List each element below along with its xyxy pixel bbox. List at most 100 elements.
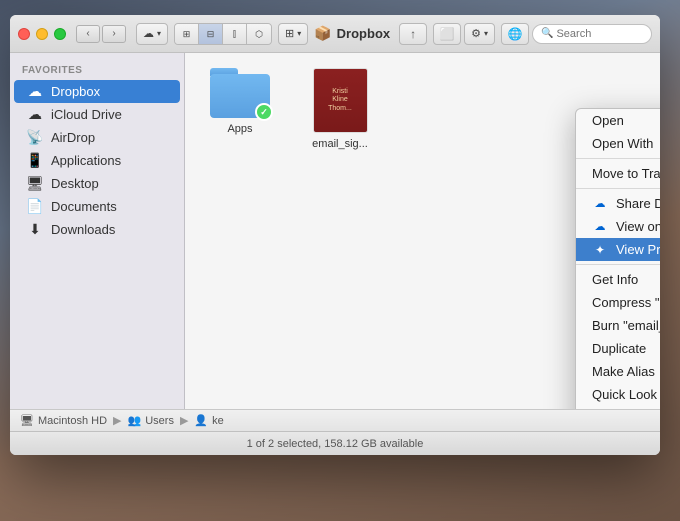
sidebar-label-airdrop: AirDrop: [51, 130, 95, 145]
view-column-button[interactable]: ⫿: [223, 24, 247, 45]
menu-divider: [576, 264, 660, 265]
eject-button[interactable]: ⬜: [433, 23, 461, 45]
dropbox-icon: ☁: [26, 83, 44, 100]
view-icon-button[interactable]: ⊞: [175, 24, 199, 45]
menu-item-view-versions[interactable]: ✦ View Previous Versions: [576, 238, 660, 261]
file-thumb-inner: KristiKlineThom...: [314, 69, 367, 132]
maximize-button[interactable]: [54, 28, 66, 40]
menu-item-compress[interactable]: Compress "email_sig.png": [576, 291, 660, 314]
file-name-email-sig: email_sig...: [312, 138, 368, 150]
view-coverflow-button[interactable]: ⬡: [247, 24, 271, 45]
sidebar: Favorites ☁ Dropbox ☁ iCloud Drive 📡 Air…: [10, 53, 185, 409]
gear-icon: ⚙: [471, 27, 481, 40]
dropbox-sync-check: ✓: [255, 103, 273, 121]
airdrop-icon: 📡: [26, 129, 44, 146]
file-area[interactable]: ✓ Apps KristiKlineThom... email_sig...: [185, 53, 660, 409]
menu-label-trash: Move to Trash: [592, 166, 660, 181]
sidebar-section-label: Favorites: [10, 61, 184, 80]
menu-label-burn: Burn "email_sig.png" to Disc...: [592, 318, 660, 333]
view-buttons: ⊞ ⊟ ⫿ ⬡: [174, 23, 272, 45]
globe-button[interactable]: 🌐: [501, 23, 529, 45]
menu-label-quicklook: Quick Look "email_sig.png": [592, 387, 660, 402]
documents-icon: 📄: [26, 198, 44, 215]
path-icon-user: 👤: [194, 414, 208, 427]
sidebar-label-documents: Documents: [51, 199, 117, 214]
menu-item-open[interactable]: Open: [576, 109, 660, 132]
menu-item-get-info[interactable]: Get Info: [576, 268, 660, 291]
sidebar-item-desktop[interactable]: 🖥 Desktop: [14, 172, 180, 195]
desktop-icon: 🖥: [26, 175, 44, 192]
path-item-hd: Macintosh HD: [38, 415, 107, 427]
search-input[interactable]: [556, 28, 643, 40]
path-icon: 🖥: [20, 414, 34, 427]
settings-button[interactable]: ⚙ ▾: [464, 23, 495, 45]
minimize-button[interactable]: [36, 28, 48, 40]
arrange-icon: ⊞: [285, 27, 294, 40]
file-thumb-text: KristiKlineThom...: [328, 88, 352, 113]
sidebar-label-downloads: Downloads: [51, 222, 115, 237]
file-name-apps: Apps: [227, 123, 252, 135]
dropbox-share-icon: ☁: [592, 197, 608, 210]
share-button[interactable]: ↑: [399, 23, 427, 45]
menu-item-share[interactable]: Share ▶: [576, 406, 660, 409]
list-item[interactable]: ✓ Apps: [200, 68, 280, 150]
folder-apps-icon: ✓: [210, 68, 270, 118]
icloud-icon: ☁: [26, 106, 44, 123]
traffic-lights: [18, 28, 66, 40]
forward-button[interactable]: ›: [102, 25, 126, 43]
menu-item-alias[interactable]: Make Alias: [576, 360, 660, 383]
menu-item-trash[interactable]: Move to Trash: [576, 162, 660, 185]
menu-item-duplicate[interactable]: Duplicate: [576, 337, 660, 360]
menu-item-share-dropbox[interactable]: ☁ Share Dropbox Link: [576, 192, 660, 215]
arrange-button[interactable]: ⊞ ▾: [278, 23, 308, 45]
list-item[interactable]: KristiKlineThom... email_sig...: [300, 68, 380, 150]
path-item-users: Users: [145, 415, 174, 427]
window-title: Dropbox: [337, 26, 390, 41]
title-bar: ‹ › ☁▾ ⊞ ⊟ ⫿ ⬡ ⊞ ▾ 📦 Dropbox: [10, 15, 660, 53]
window-title-area: 📦 Dropbox: [314, 25, 390, 42]
menu-item-view-dropbox[interactable]: ☁ View on Dropbox.com: [576, 215, 660, 238]
view-grid-button[interactable]: ⊟: [199, 24, 223, 45]
sidebar-label-applications: Applications: [51, 153, 121, 168]
sidebar-item-documents[interactable]: 📄 Documents: [14, 195, 180, 218]
arrange-chevron-icon: ▾: [297, 29, 301, 38]
path-icon-users: 👥: [128, 414, 142, 427]
file-thumb-email-sig: KristiKlineThom...: [313, 68, 368, 133]
sidebar-item-applications[interactable]: 📱 Applications: [14, 149, 180, 172]
close-button[interactable]: [18, 28, 30, 40]
menu-item-burn[interactable]: Burn "email_sig.png" to Disc...: [576, 314, 660, 337]
nav-buttons: ‹ ›: [76, 25, 126, 43]
path-item-user: ke: [212, 415, 224, 427]
sidebar-item-airdrop[interactable]: 📡 AirDrop: [14, 126, 180, 149]
menu-label-view-versions: View Previous Versions: [616, 242, 660, 257]
settings-chevron-icon: ▾: [484, 29, 488, 38]
menu-item-open-with[interactable]: Open With ▶: [576, 132, 660, 155]
content-area: Favorites ☁ Dropbox ☁ iCloud Drive 📡 Air…: [10, 53, 660, 409]
sidebar-item-icloud[interactable]: ☁ iCloud Drive: [14, 103, 180, 126]
sidebar-label-dropbox: Dropbox: [51, 84, 100, 99]
status-bar: 1 of 2 selected, 158.12 GB available: [10, 431, 660, 455]
menu-divider: [576, 158, 660, 159]
sidebar-label-icloud: iCloud Drive: [51, 107, 122, 122]
folder-title-icon: 📦: [314, 25, 331, 42]
path-separator: ▶: [180, 414, 188, 427]
versions-icon: ✦: [592, 243, 608, 257]
menu-label-get-info: Get Info: [592, 272, 638, 287]
search-box[interactable]: 🔍: [532, 24, 652, 44]
dropbox-toolbar-button[interactable]: ☁▾: [136, 23, 168, 45]
finder-window: ‹ › ☁▾ ⊞ ⊟ ⫿ ⬡ ⊞ ▾ 📦 Dropbox: [10, 15, 660, 455]
sidebar-item-downloads[interactable]: ⬇ Downloads: [14, 218, 180, 241]
menu-item-quicklook[interactable]: Quick Look "email_sig.png": [576, 383, 660, 406]
back-button[interactable]: ‹: [76, 25, 100, 43]
dropbox-view-icon: ☁: [592, 220, 608, 233]
sidebar-item-dropbox[interactable]: ☁ Dropbox: [14, 80, 180, 103]
menu-label-compress: Compress "email_sig.png": [592, 295, 660, 310]
applications-icon: 📱: [26, 152, 44, 169]
menu-label-alias: Make Alias: [592, 364, 655, 379]
menu-label-open: Open: [592, 113, 624, 128]
context-menu: Open Open With ▶ Move to Trash ☁ Share D…: [575, 108, 660, 409]
menu-label-share-dropbox: Share Dropbox Link: [616, 196, 660, 211]
downloads-icon: ⬇: [26, 221, 44, 238]
desktop-background: ‹ › ☁▾ ⊞ ⊟ ⫿ ⬡ ⊞ ▾ 📦 Dropbox: [0, 0, 680, 521]
chevron-down-icon: ▾: [157, 29, 161, 38]
